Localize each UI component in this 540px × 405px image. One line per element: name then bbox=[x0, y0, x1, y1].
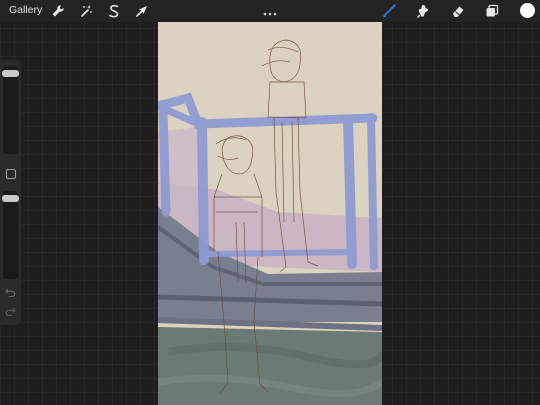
smudge-icon[interactable] bbox=[415, 3, 431, 19]
top-toolbar: Gallery bbox=[0, 0, 540, 22]
brush-size-slider-thumb[interactable] bbox=[2, 70, 19, 77]
eraser-icon[interactable] bbox=[450, 3, 466, 19]
redo-arrow-icon[interactable] bbox=[5, 306, 16, 316]
undo-arrow-icon[interactable] bbox=[5, 287, 16, 297]
gallery-button[interactable]: Gallery bbox=[9, 4, 42, 16]
opacity-slider[interactable] bbox=[2, 191, 19, 279]
artwork bbox=[158, 39, 382, 405]
ellipsis-icon[interactable] bbox=[262, 4, 278, 16]
brush-icon[interactable] bbox=[381, 3, 397, 19]
sidebar bbox=[0, 60, 21, 325]
transform-arrow-icon[interactable] bbox=[134, 3, 150, 19]
color-swatch[interactable] bbox=[520, 3, 535, 18]
layers-icon[interactable] bbox=[484, 3, 500, 19]
selection-s-icon[interactable] bbox=[106, 3, 122, 19]
brush-size-slider[interactable] bbox=[2, 66, 19, 154]
modify-button[interactable] bbox=[6, 169, 16, 179]
drawing-canvas[interactable] bbox=[158, 22, 382, 405]
opacity-slider-thumb[interactable] bbox=[2, 195, 19, 202]
wrench-icon[interactable] bbox=[50, 3, 66, 19]
magic-wand-icon[interactable] bbox=[78, 3, 94, 19]
